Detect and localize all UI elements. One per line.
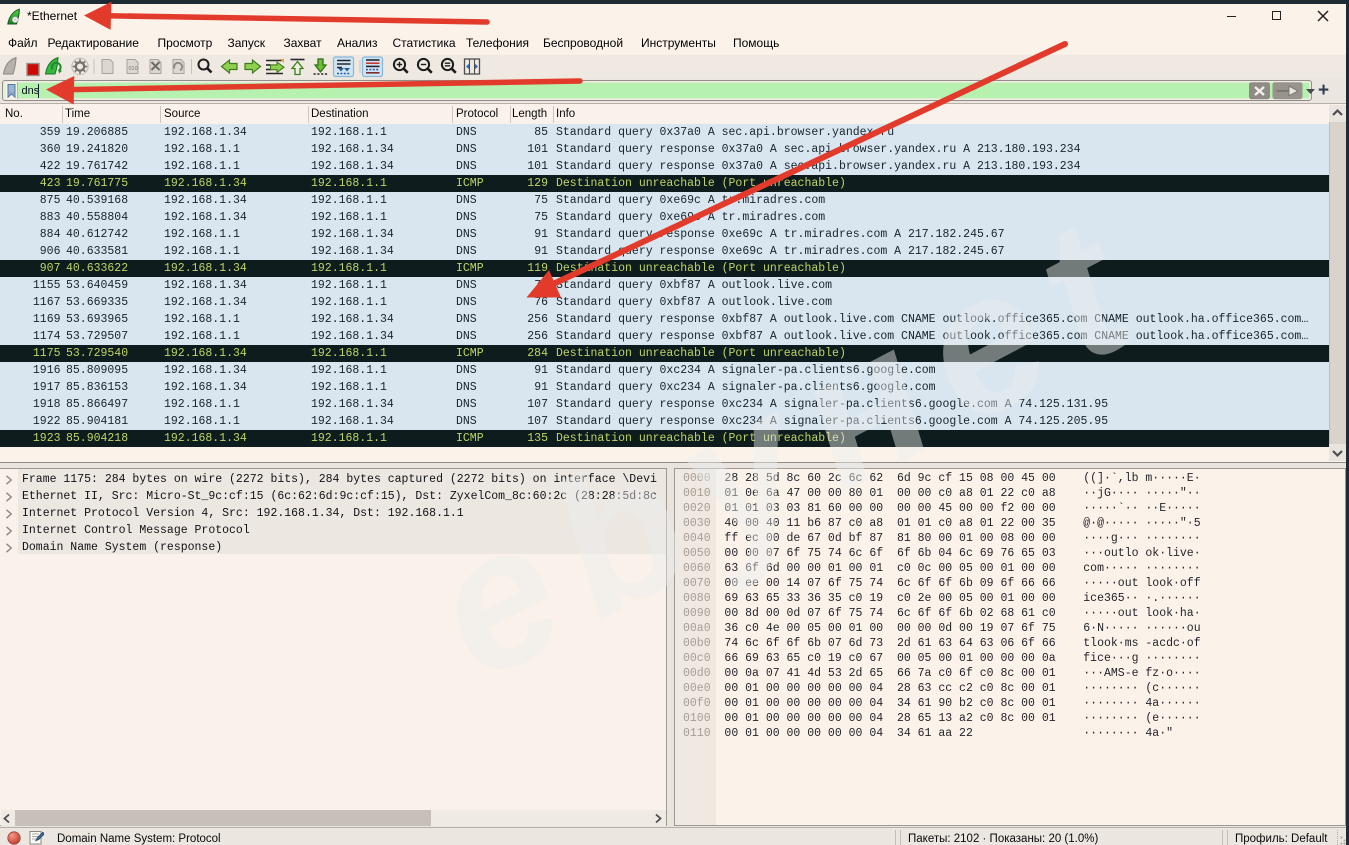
svg-text:010: 010	[129, 66, 138, 72]
